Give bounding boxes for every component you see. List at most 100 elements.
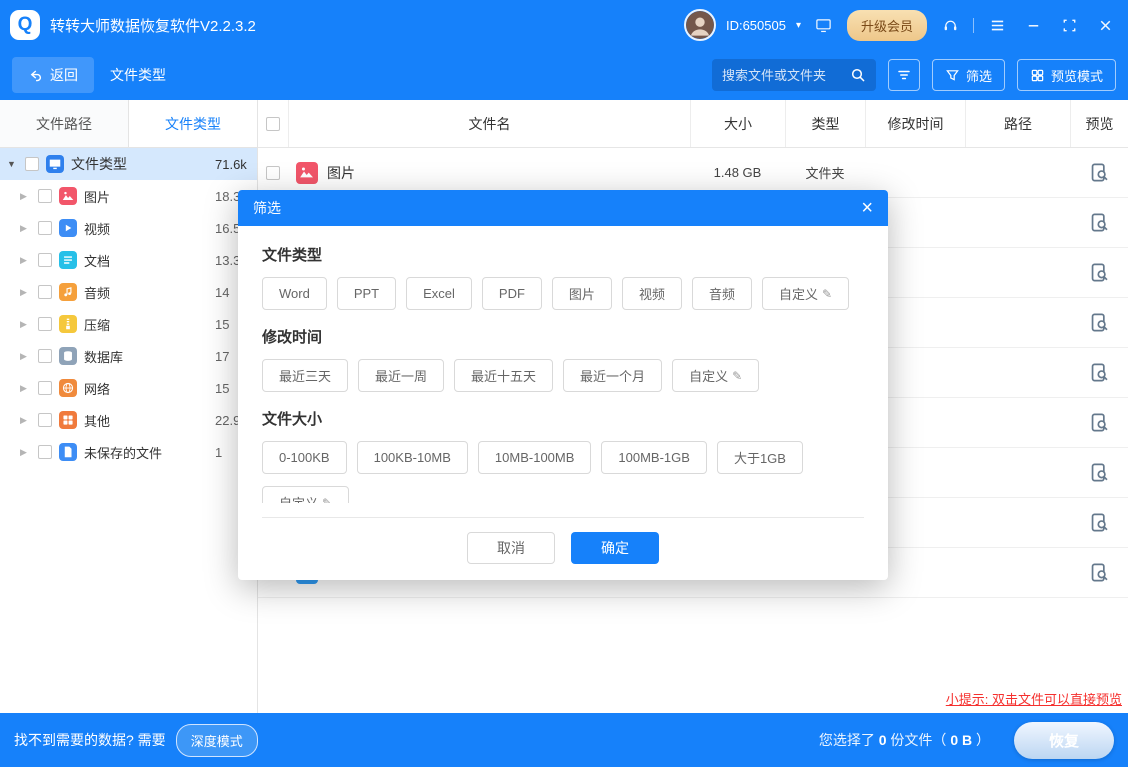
tree-checkbox[interactable]	[38, 445, 52, 459]
expand-arrow-icon[interactable]	[7, 159, 18, 169]
close-icon[interactable]	[1092, 12, 1118, 38]
tree-checkbox[interactable]	[38, 349, 52, 363]
preview-icon[interactable]	[1089, 462, 1110, 483]
modal-body: 文件类型WordPPTExcelPDF图片视频音频自定义✎修改时间最近三天最近一…	[238, 226, 888, 503]
column-header-preview[interactable]: 预览	[1070, 100, 1128, 147]
filter-option-button[interactable]: 图片	[552, 277, 612, 310]
monitor-icon[interactable]	[811, 12, 837, 38]
grid-icon	[1030, 68, 1045, 83]
filter-option-button[interactable]: Word	[262, 277, 327, 310]
preview-icon[interactable]	[1089, 362, 1110, 383]
tree-item-doc[interactable]: 文档13.3	[0, 244, 257, 276]
preview-icon[interactable]	[1089, 212, 1110, 233]
filter-button[interactable]: 筛选	[932, 59, 1005, 91]
filter-option-button[interactable]: 音频	[692, 277, 752, 310]
tree-item-audio[interactable]: 音频14	[0, 276, 257, 308]
chevron-down-icon[interactable]: ▾	[796, 20, 801, 31]
cancel-button[interactable]: 取消	[467, 532, 555, 564]
tree-item-category[interactable]: 文件类型71.6k	[0, 148, 257, 180]
filter-option-button[interactable]: 自定义✎	[672, 359, 759, 392]
tree-item-db[interactable]: 数据库17	[0, 340, 257, 372]
preview-icon[interactable]	[1089, 262, 1110, 283]
modal-close-icon[interactable]: ×	[861, 198, 873, 218]
filter-option-button[interactable]: 大于1GB	[717, 441, 803, 474]
filter-option-button[interactable]: 最近一个月	[563, 359, 662, 392]
deep-mode-button[interactable]: 深度模式	[176, 724, 258, 757]
column-header-mtime[interactable]: 修改时间	[865, 100, 965, 147]
select-all-checkbox[interactable]	[266, 117, 280, 131]
row-checkbox[interactable]	[266, 166, 280, 180]
filter-option-button[interactable]: 自定义✎	[262, 486, 349, 503]
titlebar: Q 转转大师数据恢复软件V2.2.3.2 ID:650505 ▾ 升级会员	[0, 0, 1128, 50]
filter-option-button[interactable]: 最近一周	[358, 359, 444, 392]
expand-arrow-icon[interactable]	[20, 415, 31, 426]
tree-checkbox[interactable]	[38, 189, 52, 203]
back-button[interactable]: 返回	[12, 57, 94, 93]
expand-arrow-icon[interactable]	[20, 223, 31, 234]
maximize-icon[interactable]	[1056, 12, 1082, 38]
tree-checkbox[interactable]	[38, 253, 52, 267]
user-id[interactable]: ID:650505	[726, 18, 786, 33]
filter-list-button[interactable]	[888, 59, 920, 91]
preview-icon[interactable]	[1089, 412, 1110, 433]
filter-option-button[interactable]: 100KB-10MB	[357, 441, 468, 474]
tree-checkbox[interactable]	[38, 285, 52, 299]
filter-option-button[interactable]: 自定义✎	[762, 277, 849, 310]
minimize-icon[interactable]	[1020, 12, 1046, 38]
filter-option-button[interactable]: Excel	[406, 277, 472, 310]
filter-option-button[interactable]: 视频	[622, 277, 682, 310]
service-icon[interactable]	[937, 12, 963, 38]
tree-checkbox[interactable]	[38, 413, 52, 427]
tree-item-label: 文件类型	[71, 154, 127, 174]
upgrade-member-button[interactable]: 升级会员	[847, 10, 927, 41]
confirm-button[interactable]: 确定	[571, 532, 659, 564]
filter-option-button[interactable]: 最近三天	[262, 359, 348, 392]
recover-button[interactable]: 恢复	[1014, 722, 1114, 759]
statusbar: 找不到需要的数据? 需要 深度模式 您选择了 0 份文件（ 0 B ） 恢复	[0, 713, 1128, 767]
tree-item-zip[interactable]: 压缩15	[0, 308, 257, 340]
tree-item-image[interactable]: 图片18.3	[0, 180, 257, 212]
tree-checkbox[interactable]	[38, 381, 52, 395]
db-icon	[59, 347, 77, 365]
expand-arrow-icon[interactable]	[20, 319, 31, 330]
filter-option-button[interactable]: 10MB-100MB	[478, 441, 591, 474]
tab-file-type[interactable]: 文件类型	[129, 100, 257, 147]
expand-arrow-icon[interactable]	[20, 191, 31, 202]
filter-option-button[interactable]: PDF	[482, 277, 542, 310]
filter-option-button[interactable]: 100MB-1GB	[601, 441, 707, 474]
preview-icon[interactable]	[1089, 162, 1110, 183]
selection-summary: 您选择了 0 份文件（ 0 B ）	[819, 730, 990, 750]
column-header-path[interactable]: 路径	[965, 100, 1070, 147]
filter-option-button[interactable]: PPT	[337, 277, 396, 310]
preview-icon[interactable]	[1089, 312, 1110, 333]
expand-arrow-icon[interactable]	[20, 351, 31, 362]
tree-item-video[interactable]: 视频16.5	[0, 212, 257, 244]
preview-mode-label: 预览模式	[1051, 66, 1103, 85]
column-header-name[interactable]: 文件名	[288, 100, 690, 147]
avatar[interactable]	[684, 9, 716, 41]
tree-checkbox[interactable]	[38, 221, 52, 235]
selection-size: 0 B	[950, 732, 972, 748]
tree-item-other[interactable]: 其他22.9	[0, 404, 257, 436]
expand-arrow-icon[interactable]	[20, 383, 31, 394]
preview-mode-button[interactable]: 预览模式	[1017, 59, 1116, 91]
tree-item-file[interactable]: 未保存的文件1	[0, 436, 257, 468]
preview-icon[interactable]	[1089, 512, 1110, 533]
search-input[interactable]	[722, 68, 850, 83]
expand-arrow-icon[interactable]	[20, 255, 31, 266]
search-icon[interactable]	[850, 67, 866, 83]
tab-file-path[interactable]: 文件路径	[0, 100, 129, 147]
search-box[interactable]	[712, 59, 876, 91]
tree-item-web[interactable]: 网络15	[0, 372, 257, 404]
tree-checkbox[interactable]	[38, 317, 52, 331]
file-name: 图片	[327, 163, 355, 183]
expand-arrow-icon[interactable]	[20, 447, 31, 458]
expand-arrow-icon[interactable]	[20, 287, 31, 298]
column-header-size[interactable]: 大小	[690, 100, 785, 147]
column-header-type[interactable]: 类型	[785, 100, 865, 147]
menu-icon[interactable]	[984, 12, 1010, 38]
filter-option-button[interactable]: 最近十五天	[454, 359, 553, 392]
filter-option-button[interactable]: 0-100KB	[262, 441, 347, 474]
preview-icon[interactable]	[1089, 562, 1110, 583]
tree-checkbox[interactable]	[25, 157, 39, 171]
